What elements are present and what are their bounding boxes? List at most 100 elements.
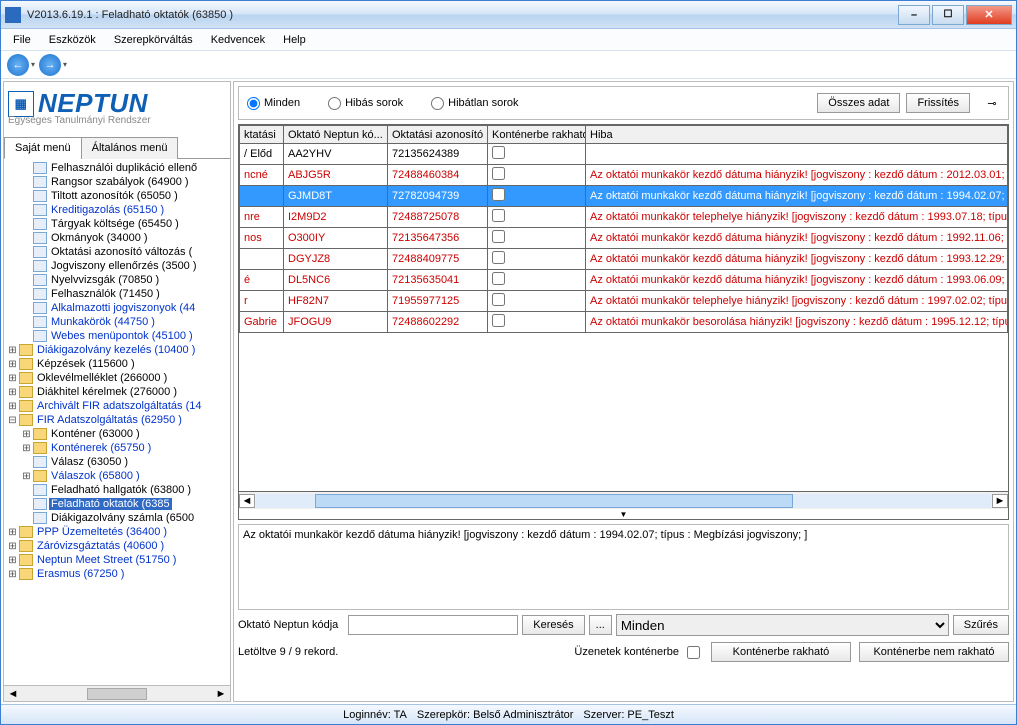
row-checkbox[interactable]: [492, 314, 505, 327]
tree-node[interactable]: Feladható hallgatók (63800 ): [4, 483, 230, 497]
tree-node[interactable]: Jogviszony ellenőrzés (3500 ): [4, 259, 230, 273]
grid-scroll-right-icon[interactable]: ►: [992, 494, 1008, 508]
column-header[interactable]: Oktató Neptun kó...: [284, 126, 388, 144]
tree-node[interactable]: Neptun Meet Street (51750 ): [4, 553, 230, 567]
expand-icon[interactable]: [8, 541, 17, 552]
table-row[interactable]: rHF82N771955977125Az oktatói munkakör te…: [240, 291, 1008, 312]
menu-help[interactable]: Help: [277, 31, 312, 49]
browse-button[interactable]: ...: [589, 615, 612, 635]
row-checkbox[interactable]: [492, 146, 505, 159]
expand-icon[interactable]: [22, 429, 31, 440]
scroll-left-icon[interactable]: ◄: [6, 688, 20, 700]
tree-node[interactable]: Munkakörök (44750 ): [4, 315, 230, 329]
expand-icon[interactable]: [8, 527, 17, 538]
all-data-button[interactable]: Összes adat: [817, 93, 900, 113]
table-row[interactable]: / ElődAA2YHV72135624389: [240, 144, 1008, 165]
table-row[interactable]: GJMD8T72782094739Az oktatói munkakör kez…: [240, 186, 1008, 207]
container-checkbox[interactable]: Üzenetek konténerbe: [574, 643, 703, 662]
tree-node[interactable]: Diákhitel kérelmek (276000 ): [4, 385, 230, 399]
expand-icon[interactable]: [22, 443, 31, 454]
tree-node[interactable]: Válaszok (65800 ): [4, 469, 230, 483]
tree-node[interactable]: Archivált FIR adatszolgáltatás (14: [4, 399, 230, 413]
not-containerable-button[interactable]: Konténerbe nem rakható: [859, 642, 1009, 662]
tree-node[interactable]: Oklevélmelléklet (266000 ): [4, 371, 230, 385]
expand-icon[interactable]: [8, 373, 17, 384]
table-row[interactable]: éDL5NC672135635041Az oktatói munkakör ke…: [240, 270, 1008, 291]
tree-node[interactable]: Tárgyak költsége (65450 ): [4, 217, 230, 231]
expand-icon[interactable]: [8, 415, 17, 426]
tree-hscroll[interactable]: ◄ ►: [4, 685, 230, 701]
row-checkbox[interactable]: [492, 167, 505, 180]
column-header[interactable]: Oktatási azonosító: [388, 126, 488, 144]
tab-own-menu[interactable]: Saját menü: [4, 137, 82, 159]
expand-icon[interactable]: [8, 569, 17, 580]
row-checkbox[interactable]: [492, 230, 505, 243]
tree-node[interactable]: Okmányok (34000 ): [4, 231, 230, 245]
tree-node[interactable]: Webes menüpontok (45100 ): [4, 329, 230, 343]
expand-icon[interactable]: [22, 471, 31, 482]
grid-scroll-thumb[interactable]: [315, 494, 793, 508]
search-button[interactable]: Keresés: [522, 615, 584, 635]
filter-button[interactable]: Szűrés: [953, 615, 1009, 635]
menu-favorites[interactable]: Kedvencek: [205, 31, 271, 49]
grid-hscroll[interactable]: ◄ ►: [239, 491, 1008, 509]
row-checkbox[interactable]: [492, 251, 505, 264]
row-checkbox[interactable]: [492, 209, 505, 222]
containerable-button[interactable]: Konténerbe rakható: [711, 642, 851, 662]
table-row[interactable]: nreI2M9D272488725078Az oktatói munkakör …: [240, 207, 1008, 228]
tree-node[interactable]: Felhasználók (71450 ): [4, 287, 230, 301]
tree-node[interactable]: Konténerek (65750 ): [4, 441, 230, 455]
tree-node[interactable]: Feladható oktatók (6385: [4, 497, 230, 511]
menu-file[interactable]: File: [7, 31, 37, 49]
tree-node[interactable]: Kreditigazolás (65150 ): [4, 203, 230, 217]
tree-node[interactable]: Felhasználói duplikáció ellenő: [4, 161, 230, 175]
row-checkbox[interactable]: [492, 272, 505, 285]
nav-back-button[interactable]: [7, 54, 29, 76]
tree-node[interactable]: Válasz (63050 ): [4, 455, 230, 469]
search-input[interactable]: [348, 615, 518, 635]
column-header[interactable]: Hiba: [586, 126, 1008, 144]
scroll-right-icon[interactable]: ►: [214, 688, 228, 700]
expand-icon[interactable]: [8, 555, 17, 566]
grid-scroll-left-icon[interactable]: ◄: [239, 494, 255, 508]
table-row[interactable]: DGYJZ872488409775Az oktatói munkakör kez…: [240, 249, 1008, 270]
tree-node[interactable]: Erasmus (67250 ): [4, 567, 230, 581]
tree-node[interactable]: Diákigazolvány számla (6500: [4, 511, 230, 525]
tree-node[interactable]: Konténer (63000 ): [4, 427, 230, 441]
expand-icon[interactable]: [8, 387, 17, 398]
search-dropdown[interactable]: Minden: [616, 614, 949, 636]
refresh-button[interactable]: Frissítés: [906, 93, 970, 113]
tree-node[interactable]: Diákigazolvány kezelés (10400 ): [4, 343, 230, 357]
tree-node[interactable]: Rangsor szabályok (64900 ): [4, 175, 230, 189]
expand-icon[interactable]: [8, 359, 17, 370]
tree-node[interactable]: Nyelvvizsgák (70850 ): [4, 273, 230, 287]
tree-node[interactable]: FIR Adatszolgáltatás (62950 ): [4, 413, 230, 427]
table-row[interactable]: ncnéABJG5R72488460384Az oktatói munkakör…: [240, 165, 1008, 186]
close-button[interactable]: [966, 5, 1012, 25]
table-row[interactable]: GabrieJFOGU972488602292Az oktatói munkak…: [240, 312, 1008, 333]
tree-node[interactable]: Alkalmazotti jogviszonyok (44: [4, 301, 230, 315]
column-header[interactable]: Konténerbe rakható: [488, 126, 586, 144]
radio-errors[interactable]: Hibás sorok: [328, 97, 403, 110]
data-table[interactable]: ktatásiOktató Neptun kó...Oktatási azono…: [239, 125, 1008, 333]
tab-general-menu[interactable]: Általános menü: [81, 137, 179, 159]
tree-node[interactable]: PPP Üzemeltetés (36400 ): [4, 525, 230, 539]
nav-forward-dropdown[interactable]: ▾: [63, 60, 67, 69]
maximize-button[interactable]: [932, 5, 964, 25]
tree-view[interactable]: Felhasználói duplikáció ellenőRangsor sz…: [4, 159, 230, 685]
radio-no-errors[interactable]: Hibátlan sorok: [431, 97, 518, 110]
grid-dropdown-icon[interactable]: [239, 509, 1008, 519]
nav-forward-button[interactable]: [39, 54, 61, 76]
column-header[interactable]: ktatási: [240, 126, 284, 144]
row-checkbox[interactable]: [492, 293, 505, 306]
tree-node[interactable]: Záróvizsgáztatás (40600 ): [4, 539, 230, 553]
table-row[interactable]: nosO300IY72135647356Az oktatói munkakör …: [240, 228, 1008, 249]
grid-scroll-track[interactable]: [256, 494, 991, 508]
radio-all[interactable]: Minden: [247, 97, 300, 110]
pin-icon[interactable]: ⊸: [984, 95, 1000, 111]
tree-node[interactable]: Oktatási azonosító változás (: [4, 245, 230, 259]
tree-node[interactable]: Tiltott azonosítók (65050 ): [4, 189, 230, 203]
menu-rolechange[interactable]: Szerepkörváltás: [108, 31, 199, 49]
expand-icon[interactable]: [8, 345, 17, 356]
row-checkbox[interactable]: [492, 188, 505, 201]
